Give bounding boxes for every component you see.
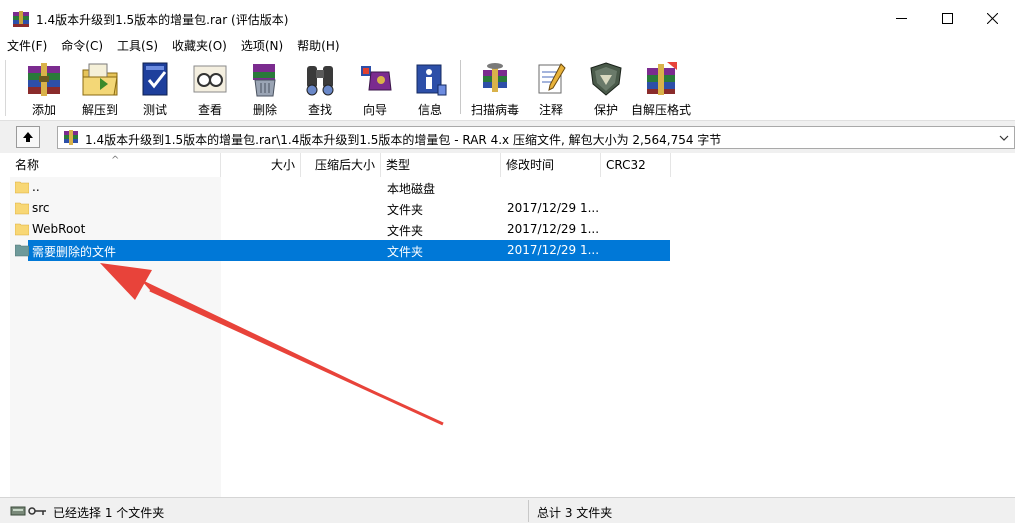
column-header-type[interactable]: 类型 [381,153,501,177]
title-bar: 1.4版本升级到1.5版本的增量包.rar (评估版本) [0,0,1015,37]
close-button[interactable] [969,0,1015,37]
up-folder-button[interactable] [16,126,40,148]
extract-folder-icon [82,63,118,96]
up-arrow-icon [23,132,33,142]
comment-notepad-icon [538,63,566,94]
rar-file-icon [64,130,78,145]
find-binoculars-icon [306,66,334,96]
delete-icon [253,64,276,97]
folder-icon [15,223,29,236]
column-header-crc32[interactable]: CRC32 [601,153,671,177]
find-button[interactable]: 查找 [294,58,346,118]
status-total: 总计 3 文件夹 [537,506,613,520]
extract-to-button[interactable]: 解压到 [74,58,126,118]
list-item[interactable]: WebRoot 文件夹 2017/12/29 1... [10,219,670,240]
close-icon [986,13,998,24]
list-item[interactable]: .. 本地磁盘 [10,177,670,198]
comment-button[interactable]: 注释 [525,58,577,118]
maximize-icon [941,13,953,24]
window-title: 1.4版本升级到1.5版本的增量包.rar (评估版本) [36,13,289,27]
menu-file[interactable]: 文件(F) [0,37,54,56]
menu-options[interactable]: 选项(N) [234,37,290,56]
minimize-icon [895,18,907,19]
test-button[interactable]: 测试 [129,58,181,118]
menu-bar: 文件(F) 命令(C) 工具(S) 收藏夹(O) 选项(N) 帮助(H) [0,37,1015,56]
toolbar: 添加 解压到 测试 查看 删除 查找 向导 信息 扫描病毒 注释 保护 自解压格… [0,56,1015,119]
winrar-window: 1.4版本升级到1.5版本的增量包.rar (评估版本) 文件(F) 命令(C)… [0,0,1015,523]
wizard-label: 向导 [362,103,387,117]
protect-label: 保护 [593,103,618,117]
address-path: 1.4版本升级到1.5版本的增量包.rar\1.4版本升级到1.5版本的增量包 … [85,133,722,147]
item-type: 本地磁盘 [387,182,436,196]
extract-to-label: 解压到 [81,103,118,117]
menu-favorites[interactable]: 收藏夹(O) [165,37,234,56]
sort-ascending-icon: ^ [111,155,120,166]
toolbar-separator [460,60,462,114]
item-modified: 2017/12/29 1... [507,222,600,236]
info-icon [416,64,447,96]
item-name: WebRoot [32,222,86,236]
item-modified: 2017/12/29 1... [507,243,600,257]
protect-button[interactable]: 保护 [580,58,632,118]
test-book-icon [142,62,168,96]
add-archive-icon [28,63,60,96]
sfx-label: 自解压格式 [631,103,692,117]
virus-scan-icon [483,63,507,92]
menu-tools[interactable]: 工具(S) [110,37,165,56]
minimize-button[interactable] [878,0,924,37]
sfx-archive-icon [647,62,677,95]
virus-scan-label: 扫描病毒 [470,103,519,117]
winrar-books-icon [13,11,29,27]
chevron-down-icon[interactable] [997,131,1011,145]
toolbar-grip[interactable] [5,60,8,116]
address-bar-row: 1.4版本升级到1.5版本的增量包.rar\1.4版本升级到1.5版本的增量包 … [0,120,1015,153]
add-button[interactable]: 添加 [18,58,70,118]
list-item-selected[interactable]: 需要删除的文件 文件夹 2017/12/29 1... [10,240,670,261]
column-header-modified[interactable]: 修改时间 [501,153,601,177]
info-label: 信息 [417,103,442,117]
column-name-label: 名称 [15,158,40,172]
protect-shield-icon [590,62,622,96]
column-header-size[interactable]: 大小 [221,153,301,177]
column-header-name[interactable]: 名称 ^ [10,153,221,177]
test-label: 测试 [142,103,167,117]
item-type: 文件夹 [387,245,424,259]
list-header: 名称 ^ 大小 压缩后大小 类型 修改时间 CRC32 [10,153,1015,177]
delete-label: 删除 [252,103,277,117]
menu-help[interactable]: 帮助(H) [290,37,346,56]
wizard-icon [361,66,392,91]
info-button[interactable]: 信息 [404,58,456,118]
maximize-button[interactable] [924,0,970,37]
delete-button[interactable]: 删除 [239,58,291,118]
wizard-button[interactable]: 向导 [349,58,401,118]
status-bar: 已经选择 1 个文件夹 总计 3 文件夹 [0,497,1015,523]
list-item[interactable]: src 文件夹 2017/12/29 1... [10,198,670,219]
sfx-button[interactable]: 自解压格式 [631,58,691,118]
comment-label: 注释 [538,103,563,117]
view-glasses-icon [193,65,227,93]
virus-scan-button[interactable]: 扫描病毒 [469,58,521,118]
find-label: 查找 [307,103,332,117]
menu-commands[interactable]: 命令(C) [54,37,110,56]
item-modified: 2017/12/29 1... [507,201,600,215]
address-combobox[interactable]: 1.4版本升级到1.5版本的增量包.rar\1.4版本升级到1.5版本的增量包 … [57,126,1015,149]
file-list[interactable]: 名称 ^ 大小 压缩后大小 类型 修改时间 CRC32 .. 本地磁盘 src … [10,153,1015,497]
status-selected: 已经选择 1 个文件夹 [53,506,165,520]
item-type: 文件夹 [387,224,424,238]
add-label: 添加 [31,103,56,117]
folder-icon [15,181,29,194]
view-button[interactable]: 查看 [184,58,236,118]
column-header-packed-size[interactable]: 压缩后大小 [301,153,381,177]
status-divider [528,500,529,522]
view-label: 查看 [197,103,222,117]
drive-key-icon [10,506,46,516]
folder-icon [15,202,29,215]
item-type: 文件夹 [387,203,424,217]
folder-icon [15,244,29,257]
item-name: 需要删除的文件 [32,245,117,259]
item-name: src [32,201,50,215]
item-name: .. [32,180,40,194]
